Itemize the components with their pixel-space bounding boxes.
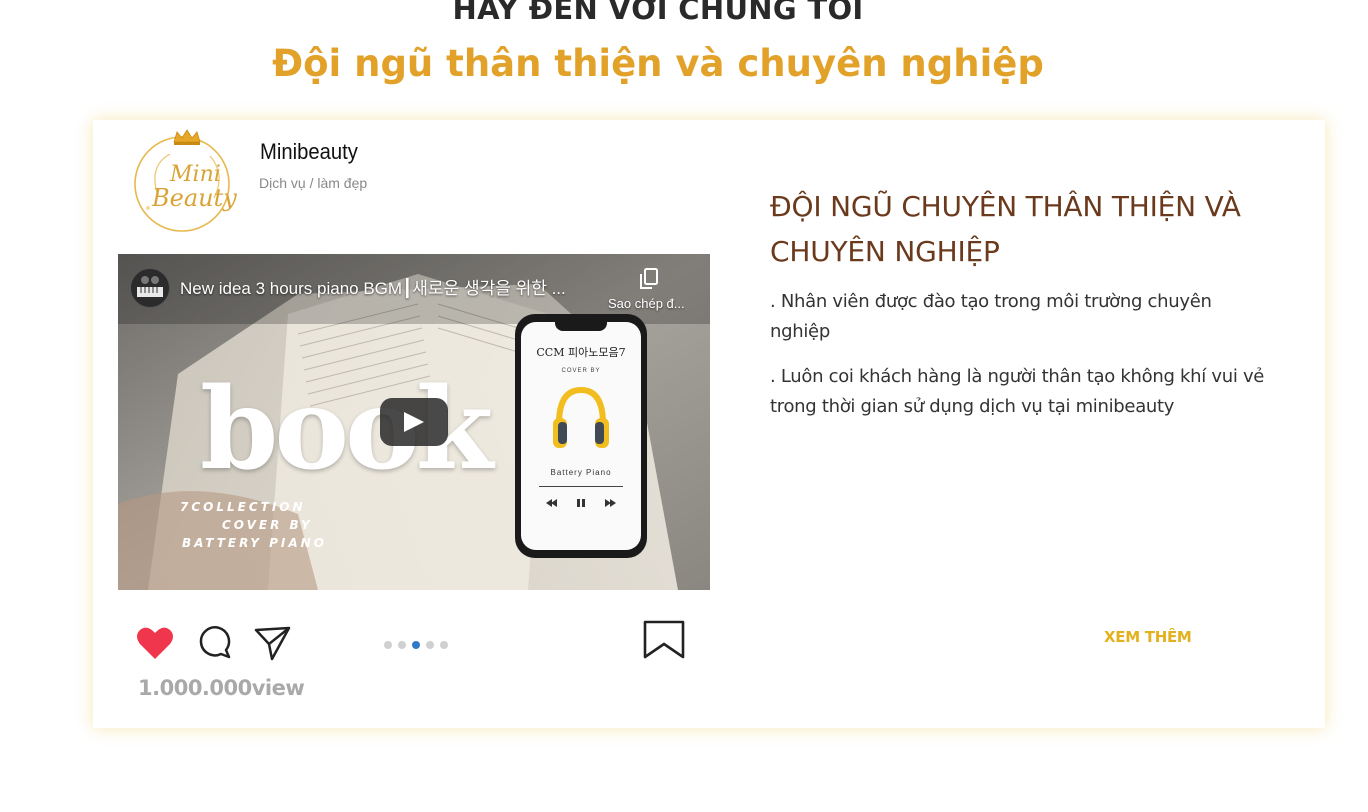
phone-controls [546, 499, 616, 507]
section-headline: Đội ngũ thân thiện và chuyên nghiệp [272, 42, 1044, 85]
brand-category: Dịch vụ / làm đẹp [259, 175, 368, 191]
bookmark-icon[interactable] [642, 620, 686, 660]
carousel-dot[interactable] [440, 641, 448, 649]
carousel-dot[interactable] [384, 641, 392, 649]
comment-icon[interactable] [196, 624, 232, 660]
brand-logo: Mini Beauty [118, 126, 242, 234]
phone-title: CCM 피아노모음7 [536, 346, 626, 359]
heart-icon[interactable] [136, 626, 174, 660]
play-icon [404, 412, 424, 432]
phone-mockup: CCM 피아노모음7 COVER BY Battery Piano [515, 314, 647, 558]
phone-progress-bar [539, 486, 623, 487]
copy-link-label[interactable]: Sao chép đ... [608, 296, 685, 311]
info-paragraph-2: . Luôn coi khách hàng là người thân tạo … [770, 366, 1265, 417]
channel-avatar[interactable] [130, 268, 170, 308]
view-count: 1.000.000view [138, 676, 305, 700]
video-play-button[interactable] [380, 398, 448, 446]
thumbnail-line-3: BATTERY PIANO [182, 536, 327, 550]
post-actions: 1.000.000view [118, 612, 710, 712]
brand-name[interactable]: Minibeauty [260, 139, 358, 165]
phone-artist: Battery Piano [550, 468, 612, 477]
carousel-dots [384, 636, 454, 654]
share-icon[interactable] [254, 624, 292, 662]
info-title: ĐỘI NGŨ CHUYÊN THÂN THIỆN VÀ CHUYÊN NGHI… [770, 190, 1241, 268]
carousel-dot[interactable] [398, 641, 406, 649]
section-kicker: HÃY ĐẾN VỚI CHÚNG TÔI [452, 0, 864, 26]
info-paragraph-1: . Nhân viên được đào tạo trong môi trườn… [770, 291, 1212, 342]
carousel-dot[interactable] [426, 641, 434, 649]
carousel-dot-active[interactable] [412, 641, 420, 649]
copy-link-icon[interactable] [638, 267, 660, 291]
thumbnail-line-1: 7COLLECTION [180, 500, 306, 514]
logo-text-beauty: Beauty [151, 184, 237, 212]
thumbnail-line-2: COVER BY [222, 518, 313, 532]
video-title[interactable]: New idea 3 hours piano BGM┃새로운 생각을 위한 ..… [180, 274, 566, 299]
see-more-link[interactable]: XEM THÊM [1104, 628, 1192, 646]
video-embed[interactable]: New idea 3 hours piano BGM┃새로운 생각을 위한 ..… [118, 254, 710, 590]
headphones-icon [553, 386, 609, 448]
phone-coverby: COVER BY [561, 368, 601, 374]
